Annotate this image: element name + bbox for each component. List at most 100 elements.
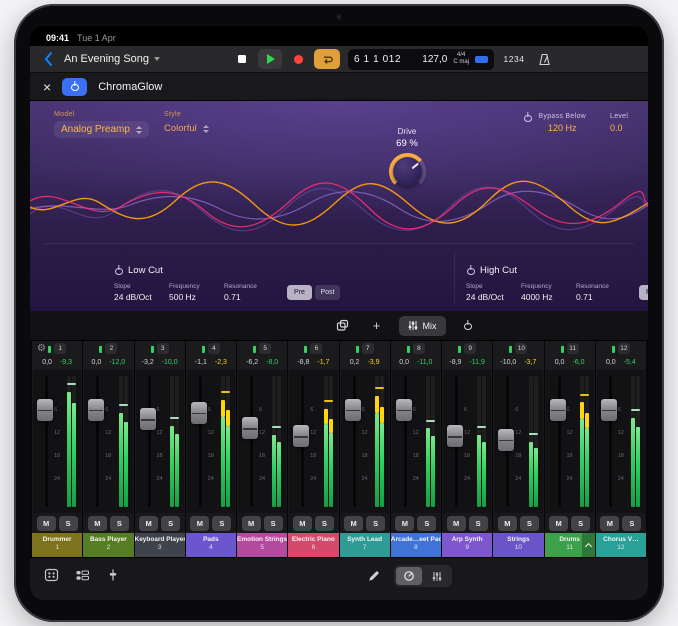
fader-track[interactable] xyxy=(45,376,48,507)
track-number[interactable]: 4 xyxy=(208,343,220,354)
mute-button[interactable]: M xyxy=(88,516,107,531)
track-name-label[interactable]: Drums 11 xyxy=(545,533,595,557)
track-name-label[interactable]: Pads 4 xyxy=(186,533,236,557)
track-number[interactable]: 5 xyxy=(259,343,271,354)
solo-button[interactable]: S xyxy=(264,516,283,531)
fader-db-value[interactable]: 0,0 xyxy=(555,359,565,366)
peak-db-value[interactable]: -3,9 xyxy=(367,359,379,366)
solo-button[interactable]: S xyxy=(212,516,231,531)
fader-db-value[interactable]: 0,0 xyxy=(42,359,52,366)
peak-db-value[interactable]: -3,7 xyxy=(524,359,536,366)
fader-cap[interactable] xyxy=(242,417,258,439)
fader-db-value[interactable]: -3,2 xyxy=(142,359,154,366)
peak-db-value[interactable]: -2,3 xyxy=(215,359,227,366)
fader-db-value[interactable]: 0,0 xyxy=(92,359,102,366)
power-icon[interactable] xyxy=(523,113,532,122)
post-button[interactable]: Post xyxy=(315,285,340,300)
mute-button[interactable]: M xyxy=(498,516,517,531)
fader-track[interactable] xyxy=(404,376,407,507)
smart-controls-button[interactable] xyxy=(396,567,422,585)
resonance-value[interactable]: 0.71 xyxy=(576,292,618,302)
peak-db-value[interactable]: -12,0 xyxy=(109,359,125,366)
power-icon[interactable] xyxy=(466,266,475,275)
fader-db-value[interactable]: -10,0 xyxy=(500,359,516,366)
fader-track[interactable] xyxy=(148,376,151,507)
solo-button[interactable]: S xyxy=(110,516,129,531)
slope-value[interactable]: 24 dB/Oct xyxy=(466,292,508,302)
mute-button[interactable]: M xyxy=(344,516,363,531)
fader-track[interactable] xyxy=(250,376,253,507)
browser-button[interactable] xyxy=(40,565,62,585)
solo-button[interactable]: S xyxy=(59,516,78,531)
metronome-button[interactable] xyxy=(532,49,556,69)
resonance-value[interactable]: 0.71 xyxy=(224,292,266,302)
fader-track[interactable] xyxy=(96,376,99,507)
add-plugin-button[interactable]: + xyxy=(365,316,389,336)
fader-db-value[interactable]: -1,1 xyxy=(195,359,207,366)
bypass-below-value[interactable]: 120 Hz xyxy=(548,123,577,133)
pre-button[interactable]: Pre xyxy=(639,285,648,300)
solo-button[interactable]: S xyxy=(315,516,334,531)
peak-db-value[interactable]: -8,0 xyxy=(266,359,278,366)
track-number[interactable]: 10 xyxy=(515,343,527,354)
fader-db-value[interactable]: -8,8 xyxy=(297,359,309,366)
mix-button[interactable]: Mix xyxy=(399,316,446,336)
count-in-button[interactable]: 1234 xyxy=(500,49,528,69)
mute-button[interactable]: M xyxy=(549,516,568,531)
track-name-label[interactable]: Synth Lead 7 xyxy=(340,533,390,557)
mute-button[interactable]: M xyxy=(293,516,312,531)
lcd-display[interactable]: 6 1 1 012 127,0 4/4 C maj xyxy=(348,49,494,70)
fader-cap[interactable] xyxy=(88,399,104,421)
solo-button[interactable]: S xyxy=(571,516,590,531)
track-number[interactable]: 6 xyxy=(310,343,322,354)
close-icon[interactable]: × xyxy=(43,80,51,94)
track-number[interactable]: 11 xyxy=(567,343,579,354)
mute-button[interactable]: M xyxy=(447,516,466,531)
track-number[interactable]: 3 xyxy=(157,343,169,354)
track-number[interactable]: 1 xyxy=(54,343,66,354)
frequency-value[interactable]: 4000 Hz xyxy=(521,292,563,302)
fader-cap[interactable] xyxy=(345,399,361,421)
record-button[interactable] xyxy=(286,49,310,69)
mute-button[interactable]: M xyxy=(395,516,414,531)
mute-button[interactable]: M xyxy=(600,516,619,531)
mute-button[interactable]: M xyxy=(139,516,158,531)
fader-db-value[interactable]: 0,2 xyxy=(350,359,360,366)
style-selector[interactable]: Colorful xyxy=(164,123,209,134)
level-value[interactable]: 0.0 xyxy=(610,123,648,133)
fader-db-value[interactable]: -8,9 xyxy=(449,359,461,366)
solo-button[interactable]: S xyxy=(622,516,641,531)
peak-db-value[interactable]: -6,0 xyxy=(572,359,584,366)
play-button[interactable] xyxy=(258,49,282,69)
plugin-power-button[interactable] xyxy=(62,78,87,96)
tracks-view-button[interactable] xyxy=(71,565,93,585)
cycle-button[interactable] xyxy=(314,49,340,69)
track-number[interactable]: 12 xyxy=(618,343,630,354)
slope-value[interactable]: 24 dB/Oct xyxy=(114,292,156,302)
fader-db-value[interactable]: -6,2 xyxy=(246,359,258,366)
track-number[interactable]: 9 xyxy=(464,343,476,354)
fader-cap[interactable] xyxy=(37,399,53,421)
edit-button[interactable] xyxy=(362,565,384,585)
peak-db-value[interactable]: -11,0 xyxy=(417,359,432,366)
mute-button[interactable]: M xyxy=(242,516,261,531)
track-name-label[interactable]: Arp Synth 9 xyxy=(442,533,492,557)
track-name-label[interactable]: Bass Player 2 xyxy=(83,533,133,557)
mute-button[interactable]: M xyxy=(37,516,56,531)
peak-db-value[interactable]: -9,3 xyxy=(60,359,72,366)
fader-cap[interactable] xyxy=(140,408,156,430)
fader-cap[interactable] xyxy=(601,399,617,421)
duplicate-button[interactable] xyxy=(331,316,355,336)
peak-db-value[interactable]: -5,4 xyxy=(624,359,636,366)
fader-track[interactable] xyxy=(199,376,202,507)
mixer-view-button[interactable] xyxy=(424,567,450,585)
fader-cap[interactable] xyxy=(396,399,412,421)
track-name-label[interactable]: Arcade…eet Pad 8 xyxy=(391,533,441,557)
track-name-label[interactable]: Electric Piano 6 xyxy=(288,533,338,557)
peak-db-value[interactable]: -1,7 xyxy=(317,359,329,366)
model-selector[interactable]: Analog Preamp xyxy=(54,121,149,138)
fader-track[interactable] xyxy=(353,376,356,507)
frequency-value[interactable]: 500 Hz xyxy=(169,292,211,302)
solo-button[interactable]: S xyxy=(469,516,488,531)
channel-strip-button[interactable] xyxy=(102,565,124,585)
